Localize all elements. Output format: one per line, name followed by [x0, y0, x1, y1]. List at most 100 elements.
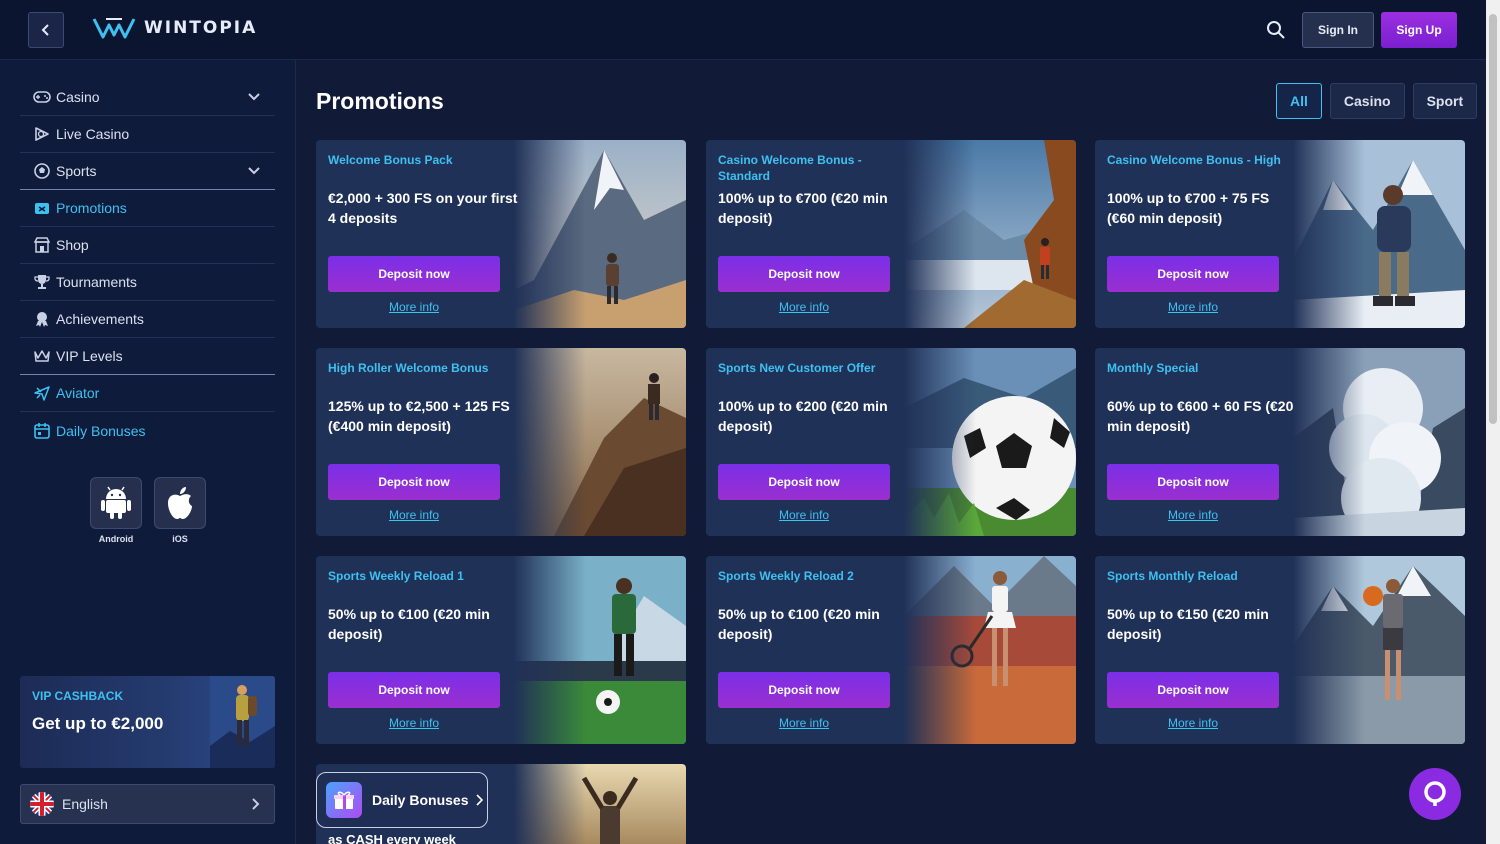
- deposit-now-button[interactable]: Deposit now: [718, 672, 890, 708]
- sign-up-button[interactable]: Sign Up: [1381, 12, 1457, 48]
- uk-flag-icon: [30, 792, 54, 816]
- sidebar-item-promotions[interactable]: Promotions: [20, 190, 275, 227]
- deposit-now-button[interactable]: Deposit now: [1107, 464, 1279, 500]
- android-app-link[interactable]: Android: [90, 477, 142, 544]
- scrollbar-thumb[interactable]: [1489, 14, 1497, 424]
- promotions-icon: [32, 198, 52, 218]
- sidebar-item-sports[interactable]: Sports: [20, 153, 275, 190]
- sidebar-item-daily-bonuses[interactable]: Daily Bonuses: [20, 412, 275, 449]
- chat-support-button[interactable]: [1409, 768, 1461, 820]
- sidebar-item-shop[interactable]: Shop: [20, 227, 275, 264]
- sidebar-item-casino[interactable]: Casino: [20, 79, 275, 116]
- top-header: WINTOPIA Sign In Sign Up: [0, 0, 1486, 60]
- card-fade: [514, 140, 586, 328]
- promo-card: Casino Welcome Bonus - High 100% up to €…: [1095, 140, 1465, 328]
- card-fade: [514, 348, 586, 536]
- more-info-link[interactable]: More info: [1107, 716, 1279, 730]
- deposit-now-button[interactable]: Deposit now: [718, 464, 890, 500]
- sidebar-item-label: Promotions: [56, 200, 127, 216]
- promo-title: Sports Weekly Reload 2: [718, 569, 854, 583]
- vip-cashback-banner[interactable]: VIP CASHBACK Get up to €2,000: [20, 676, 275, 768]
- promo-offer: 60% up to €600 + 60 FS (€20 min deposit): [1107, 398, 1294, 434]
- sidebar-item-live-casino[interactable]: Live Casino: [20, 116, 275, 153]
- sidebar-item-label: Shop: [56, 237, 89, 253]
- more-info-link[interactable]: More info: [718, 508, 890, 522]
- promo-offer: 100% up to €700 (€20 min deposit): [718, 190, 888, 226]
- sidebar-item-tournaments[interactable]: Tournaments: [20, 264, 275, 301]
- filter-casino[interactable]: Casino: [1329, 83, 1405, 119]
- more-info-link[interactable]: More info: [718, 716, 890, 730]
- wintopia-logo[interactable]: WINTOPIA: [92, 17, 257, 39]
- search-button[interactable]: [1264, 18, 1288, 42]
- sidebar-item-label: Casino: [56, 89, 100, 105]
- sidebar-item-vip-levels[interactable]: VIP Levels: [20, 338, 275, 375]
- deposit-now-button[interactable]: Deposit now: [328, 256, 500, 292]
- android-icon: [101, 486, 131, 519]
- page-scrollbar[interactable]: [1486, 0, 1500, 844]
- ios-app-button[interactable]: [154, 477, 206, 529]
- sidebar-item-label: Tournaments: [56, 274, 137, 290]
- deposit-now-button[interactable]: Deposit now: [328, 464, 500, 500]
- more-info-link[interactable]: More info: [328, 300, 500, 314]
- promo-title: Casino Welcome Bonus - Standard: [718, 153, 862, 183]
- deposit-now-button[interactable]: Deposit now: [328, 672, 500, 708]
- language-selector[interactable]: English: [20, 784, 275, 824]
- promotion-filters: All Casino Sport: [1276, 83, 1478, 119]
- sidebar-item-label: VIP Levels: [56, 348, 123, 364]
- more-info-link[interactable]: More info: [328, 508, 500, 522]
- trophy-icon: [32, 272, 52, 292]
- promo-title: High Roller Welcome Bonus: [328, 361, 489, 375]
- deposit-now-button[interactable]: Deposit now: [718, 256, 890, 292]
- promo-title: Sports Monthly Reload: [1107, 569, 1238, 583]
- crown-icon: [32, 346, 52, 366]
- sidebar-item-aviator[interactable]: Aviator: [20, 375, 275, 412]
- daily-bonuses-label: Daily Bonuses: [372, 792, 469, 808]
- chevron-down-icon[interactable]: [247, 89, 261, 103]
- logo-icon: [92, 18, 136, 39]
- promo-card: Sports New Customer Offer 100% up to €20…: [706, 348, 1076, 536]
- back-button[interactable]: [28, 12, 64, 48]
- achievement-icon: [32, 309, 52, 329]
- promo-title: Monthly Special: [1107, 361, 1199, 375]
- promo-card: Sports Weekly Reload 1 50% up to €100 (€…: [316, 556, 686, 744]
- soccer-ball-icon: [32, 161, 52, 181]
- promo-title: Sports New Customer Offer: [718, 361, 876, 375]
- live-casino-icon: [32, 124, 52, 144]
- ios-app-link[interactable]: iOS: [154, 477, 206, 544]
- more-info-link[interactable]: More info: [328, 716, 500, 730]
- promo-card: Casino Welcome Bonus - Standard 100% up …: [706, 140, 1076, 328]
- calendar-icon: [32, 421, 52, 441]
- more-info-link[interactable]: More info: [1107, 300, 1279, 314]
- shop-icon: [32, 235, 52, 255]
- promo-card: Monthly Special 60% up to €600 + 60 FS (…: [1095, 348, 1465, 536]
- deposit-now-button[interactable]: Deposit now: [1107, 672, 1279, 708]
- chevron-right-icon: [476, 794, 484, 806]
- promo-card: Sports Weekly Reload 2 50% up to €100 (€…: [706, 556, 1076, 744]
- card-fade: [1293, 348, 1365, 536]
- card-fade: [514, 556, 586, 744]
- sidebar-item-label: Sports: [56, 163, 97, 179]
- language-label: English: [62, 796, 108, 812]
- logo-text: WINTOPIA: [144, 18, 258, 38]
- chat-icon: [1424, 781, 1446, 806]
- filter-sport[interactable]: Sport: [1412, 83, 1478, 119]
- deposit-now-button[interactable]: Deposit now: [1107, 256, 1279, 292]
- filter-all[interactable]: All: [1276, 83, 1322, 119]
- gift-icon: [326, 782, 362, 818]
- more-info-link[interactable]: More info: [1107, 508, 1279, 522]
- android-app-button[interactable]: [90, 477, 142, 529]
- card-fade: [904, 140, 976, 328]
- sidebar: Casino Live Casino Sports Promotions Sho…: [0, 60, 296, 844]
- more-info-link[interactable]: More info: [718, 300, 890, 314]
- daily-bonuses-button[interactable]: Daily Bonuses: [316, 772, 488, 828]
- promo-offer: 50% up to €100 (€20 min deposit): [328, 606, 490, 642]
- daily-bonuses-subtitle: as CASH every week: [328, 832, 456, 844]
- promo-offer: 50% up to €150 (€20 min deposit): [1107, 606, 1269, 642]
- chevron-down-icon[interactable]: [247, 163, 261, 177]
- vip-hiker-image: [210, 676, 275, 768]
- sidebar-item-achievements[interactable]: Achievements: [20, 301, 275, 338]
- promo-card: Welcome Bonus Pack €2,000 + 300 FS on yo…: [316, 140, 686, 328]
- card-fade: [514, 764, 586, 844]
- sign-in-button[interactable]: Sign In: [1302, 12, 1374, 48]
- plane-icon: [32, 383, 52, 403]
